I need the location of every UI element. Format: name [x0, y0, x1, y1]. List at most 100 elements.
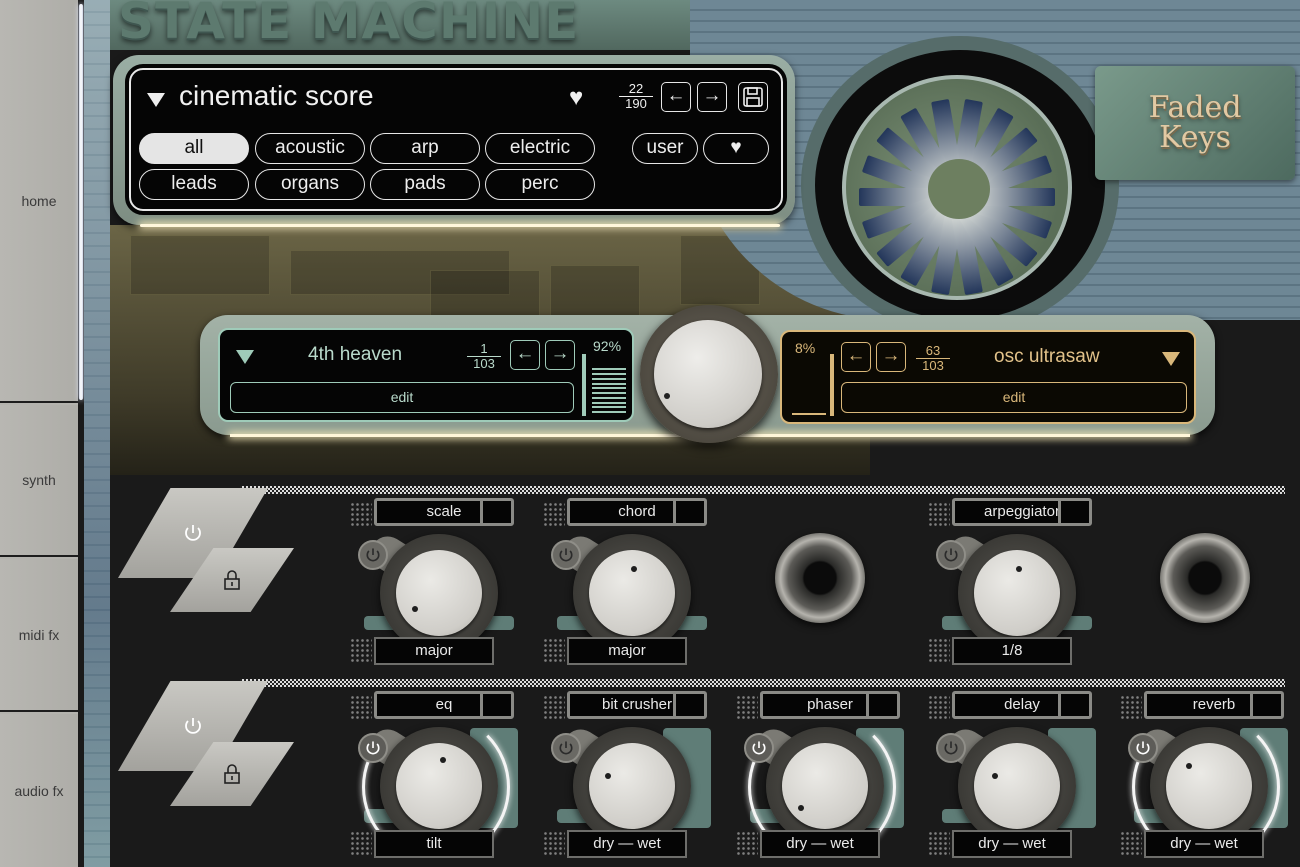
fx-module-scale: scale major: [350, 490, 530, 670]
fx-module-chord: chord major: [543, 490, 723, 670]
source-b-prev-button[interactable]: ←: [841, 342, 871, 372]
sidebar-nav: home synth midi fx audio fx: [0, 0, 80, 867]
source-b-next-button[interactable]: →: [876, 342, 906, 372]
knob-indicator: [631, 566, 637, 572]
source-a-dropdown-icon[interactable]: [236, 350, 254, 364]
category-label: perc: [521, 173, 559, 194]
save-preset-button[interactable]: [738, 82, 768, 112]
power-icon: [559, 741, 573, 755]
fx-module-power-button[interactable]: [1128, 733, 1158, 763]
fx-module-value[interactable]: major: [567, 637, 687, 665]
category-filter-arp[interactable]: arp: [370, 133, 480, 164]
level-segment: [792, 413, 826, 415]
fx-module-bit-crusher: bit crusher dry — wet: [543, 683, 723, 863]
level-segment: [792, 402, 826, 404]
sidebar-item-synth[interactable]: synth: [0, 405, 78, 557]
circuit-ornament: [928, 831, 950, 857]
level-segment: [592, 406, 626, 409]
fx-module-value[interactable]: major: [374, 637, 494, 665]
fx-module-knob[interactable]: [396, 743, 482, 829]
fx-module-value[interactable]: dry — wet: [567, 830, 687, 858]
circuit-ornament: [350, 638, 372, 664]
category-filter-organs[interactable]: organs: [255, 169, 365, 200]
category-filter-electric[interactable]: electric: [485, 133, 595, 164]
prev-preset-button[interactable]: ←: [661, 82, 691, 112]
fx-module-knob[interactable]: [589, 743, 675, 829]
fx-module-value[interactable]: dry — wet: [952, 830, 1072, 858]
circuit-ornament: [736, 831, 758, 857]
source-b-level-meter[interactable]: [792, 356, 828, 416]
preset-dropdown-icon[interactable]: [147, 93, 165, 107]
source-a-level-rail: [582, 354, 586, 416]
fx-module-value[interactable]: dry — wet: [760, 830, 880, 858]
fx-module-power-button[interactable]: [358, 733, 388, 763]
source-a-level-meter[interactable]: [592, 362, 628, 414]
next-preset-button[interactable]: →: [697, 82, 727, 112]
fx-module-arpeggiator: arpeggiator 1/8: [928, 490, 1108, 670]
fx-module-value-label: 1/8: [1001, 642, 1023, 659]
fx-module-power-button[interactable]: [551, 733, 581, 763]
source-b-name[interactable]: osc ultrasaw: [994, 346, 1100, 368]
fx-module-power-button[interactable]: [744, 733, 774, 763]
category-filter-perc[interactable]: perc: [485, 169, 595, 200]
source-b-level-rail: [830, 354, 834, 416]
source-b-edit-button[interactable]: edit: [841, 382, 1187, 413]
source-a-level-label: 92%: [593, 338, 622, 354]
level-segment: [592, 377, 626, 380]
fx-module-knob[interactable]: [974, 550, 1060, 636]
level-segment: [792, 358, 826, 360]
source-a-next-button[interactable]: →: [545, 340, 575, 370]
circuit-ornament: [543, 638, 565, 664]
fx-module-value[interactable]: tilt: [374, 830, 494, 858]
fx-module-name: bit crusher: [601, 696, 673, 713]
lock-icon: [224, 764, 240, 784]
edit-label: edit: [390, 389, 414, 405]
source-a-name[interactable]: 4th heaven: [308, 344, 402, 366]
favorite-heart-icon[interactable]: ♥: [569, 86, 583, 110]
fx-module-knob[interactable]: [589, 550, 675, 636]
fx-module-power-button[interactable]: [936, 733, 966, 763]
sidebar-item-home[interactable]: home: [0, 0, 78, 403]
fx-module-value-label: tilt: [426, 835, 442, 852]
category-filter-all[interactable]: all: [139, 133, 249, 164]
fx-module-power-button[interactable]: [551, 540, 581, 570]
filter-user-button[interactable]: user: [632, 133, 698, 164]
audio-fx-lock-button[interactable]: [170, 742, 294, 806]
fx-module-power-button[interactable]: [358, 540, 388, 570]
sidebar-item-midi-fx[interactable]: midi fx: [0, 559, 78, 712]
category-label: organs: [280, 173, 340, 194]
fx-module-knob[interactable]: [1166, 743, 1252, 829]
fx-module-reverb: reverb dry — wet: [1120, 683, 1300, 863]
circuit-ornament: [543, 831, 565, 857]
fx-module-value[interactable]: 1/8: [952, 637, 1072, 665]
fx-module-value-label: dry — wet: [1170, 835, 1238, 852]
category-filter-leads[interactable]: leads: [139, 169, 249, 200]
category-filter-pads[interactable]: pads: [370, 169, 480, 200]
source-a-prev-button[interactable]: ←: [510, 340, 540, 370]
fx-module-knob[interactable]: [974, 743, 1060, 829]
speaker-ornament: [1160, 533, 1250, 623]
source-b-dropdown-icon[interactable]: [1162, 352, 1180, 366]
power-icon: [944, 741, 958, 755]
knob-indicator: [1016, 566, 1022, 572]
fx-module-power-button[interactable]: [936, 540, 966, 570]
fx-module-phaser: phaser dry — wet: [736, 683, 916, 863]
fx-module-knob[interactable]: [396, 550, 482, 636]
preset-name[interactable]: cinematic score: [179, 80, 374, 112]
sidebar-item-audio-fx[interactable]: audio fx: [0, 714, 78, 867]
arrow-right-icon: →: [702, 85, 722, 106]
circuit-ornament: [543, 695, 565, 721]
source-b-counter: 63 103: [916, 344, 950, 373]
level-segment: [792, 364, 826, 366]
filter-favorites-button[interactable]: ♥: [703, 133, 769, 164]
fx-module-value[interactable]: dry — wet: [1144, 830, 1264, 858]
brand-badge: Faded Keys: [1095, 66, 1295, 180]
fx-module-knob[interactable]: [782, 743, 868, 829]
category-filter-acoustic[interactable]: acoustic: [255, 133, 365, 164]
midi-fx-lock-button[interactable]: [170, 548, 294, 612]
source-blend-knob[interactable]: [654, 320, 762, 428]
level-segment: [792, 397, 826, 399]
level-segment: [592, 401, 626, 404]
circuit-ornament: [1120, 831, 1142, 857]
source-a-edit-button[interactable]: edit: [230, 382, 574, 413]
